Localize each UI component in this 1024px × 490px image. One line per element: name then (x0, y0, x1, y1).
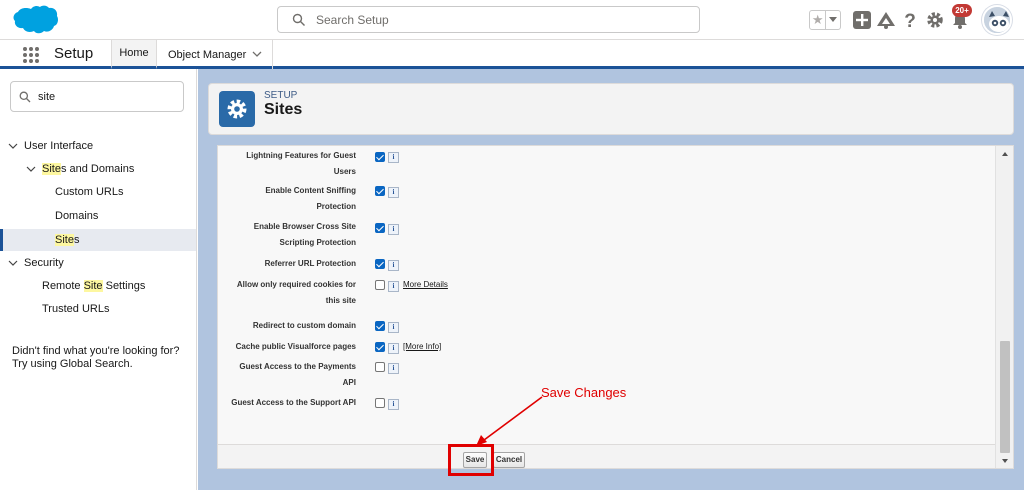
annotation-arrow (476, 396, 543, 446)
sidebar-item-custom-urls[interactable]: Custom URLs (55, 181, 123, 203)
field-label: Cache public Visualforce pages (235, 342, 356, 351)
notification-badge: 20+ (952, 4, 972, 17)
search-icon (19, 91, 31, 103)
sidebar-item-sites[interactable]: Sites (55, 229, 79, 251)
sidebar-item-domains[interactable]: Domains (55, 205, 98, 227)
page-header: SETUP Sites (208, 83, 1014, 135)
app-launcher-icon[interactable] (22, 46, 40, 64)
tree-selected-indicator (0, 229, 196, 251)
field-checkbox[interactable] (375, 186, 385, 196)
sidebar-item-label: Custom URLs (55, 186, 124, 198)
field-label: Enable Content Sniffing Protection (265, 186, 356, 211)
chevron-down-icon[interactable] (26, 165, 36, 173)
info-icon[interactable]: i (388, 281, 399, 292)
tab-home[interactable]: Home (111, 40, 157, 69)
field-checkbox[interactable] (375, 362, 385, 372)
field-checkbox[interactable] (375, 152, 385, 162)
info-icon[interactable]: i (388, 260, 399, 271)
favorites-button[interactable]: ★ (809, 10, 841, 30)
sidebar-item-label: Settings (102, 280, 146, 292)
field-checkbox[interactable] (375, 321, 385, 331)
field-checkbox[interactable] (375, 280, 385, 290)
field-checkbox[interactable] (375, 342, 385, 352)
sidebar-item-label: Security (24, 257, 64, 269)
site-settings-panel: Lightning Features for Guest Users i Ena… (217, 145, 1014, 469)
plus-icon[interactable] (852, 10, 872, 30)
sidebar-item-label: Trusted URLs (42, 303, 110, 315)
global-search-hint: Didn't find what you're looking for? Try… (12, 345, 180, 370)
global-header: ★ ? 20+ (0, 0, 1024, 40)
info-icon[interactable]: i (388, 187, 399, 198)
info-icon[interactable]: i (388, 152, 399, 163)
sidebar-item-label: User Interface (24, 140, 94, 152)
scroll-up-icon[interactable] (996, 148, 1014, 160)
field-label: Guest Access to the Support API (231, 398, 356, 407)
info-icon[interactable]: i (388, 343, 399, 354)
gear-icon[interactable] (925, 10, 945, 30)
search-highlight: Site (42, 163, 61, 175)
search-highlight: Site (83, 280, 103, 292)
field-label: Lightning Features for Guest Users (246, 151, 356, 176)
info-icon[interactable]: i (388, 322, 399, 333)
search-input[interactable] (316, 10, 686, 30)
sidebar-item-label: s (73, 234, 80, 246)
field-label: Redirect to custom domain (252, 321, 356, 330)
sidebar-item-user-interface[interactable]: User Interface (8, 135, 93, 157)
chevron-down-icon[interactable] (8, 259, 18, 267)
page-eyebrow: SETUP (264, 90, 298, 101)
avatar[interactable] (982, 5, 1012, 35)
info-icon[interactable]: i (388, 224, 399, 235)
svg-text:?: ? (904, 11, 916, 30)
more-details-link[interactable]: More Details (403, 279, 448, 291)
field-checkbox[interactable] (375, 259, 385, 269)
app-name: Setup (54, 45, 94, 62)
cancel-button[interactable]: Cancel (493, 452, 525, 468)
more-info-link[interactable]: [More Info] (403, 341, 441, 353)
save-changes-annotation: Save Changes (541, 385, 627, 400)
search-highlight: Site (55, 234, 74, 246)
setup-gear-icon (219, 91, 255, 127)
search-icon (292, 13, 305, 26)
field-label: Allow only required cookies for this sit… (236, 280, 356, 305)
quick-find-field[interactable]: site (10, 81, 184, 112)
field-label: Referrer URL Protection (264, 259, 356, 268)
favorites-list-button[interactable] (826, 11, 840, 29)
quick-find-input[interactable]: site (38, 91, 55, 103)
trailhead-icon[interactable] (876, 10, 896, 30)
avatar-icon (984, 7, 1010, 33)
tab-object-manager-label: Object Manager (168, 48, 247, 61)
chevron-down-icon[interactable] (8, 142, 18, 150)
help-icon[interactable]: ? (900, 10, 920, 30)
field-checkbox[interactable] (375, 223, 385, 233)
chevron-down-icon[interactable] (252, 50, 262, 58)
tab-object-manager[interactable]: Object Manager (158, 40, 273, 69)
sidebar-item-label: Remote (42, 280, 84, 292)
chevron-down-icon (829, 17, 838, 22)
sidebar-item-sites-and-domains[interactable]: Sites and Domains (26, 158, 134, 180)
setup-search-field[interactable] (277, 6, 700, 33)
sidebar-item-label: Domains (55, 210, 99, 222)
salesforce-logo[interactable] (12, 5, 59, 35)
field-label: Guest Access to the Payments API (239, 362, 356, 387)
sidebar-item-security[interactable]: Security (8, 252, 64, 274)
field-label: Enable Browser Cross Site Scripting Prot… (253, 222, 356, 247)
star-icon[interactable]: ★ (810, 11, 827, 29)
page-title: Sites (264, 101, 303, 118)
scroll-down-icon[interactable] (996, 455, 1014, 467)
sidebar-item-trusted-urls[interactable]: Trusted URLs (42, 298, 109, 320)
field-checkbox[interactable] (375, 398, 385, 408)
button-bar (218, 444, 998, 468)
info-icon[interactable]: i (388, 399, 399, 410)
scrollbar-thumb[interactable] (1000, 341, 1010, 453)
scrollbar[interactable] (995, 146, 1014, 468)
nav-bar: Setup Home Object Manager (0, 40, 1024, 69)
sidebar-item-remote-site-settings[interactable]: Remote Site Settings (42, 275, 145, 297)
sidebar-item-label: s and Domains (60, 163, 135, 175)
setup-sidebar: site User Interface Sites and Domains Cu… (0, 69, 197, 490)
info-icon[interactable]: i (388, 363, 399, 374)
